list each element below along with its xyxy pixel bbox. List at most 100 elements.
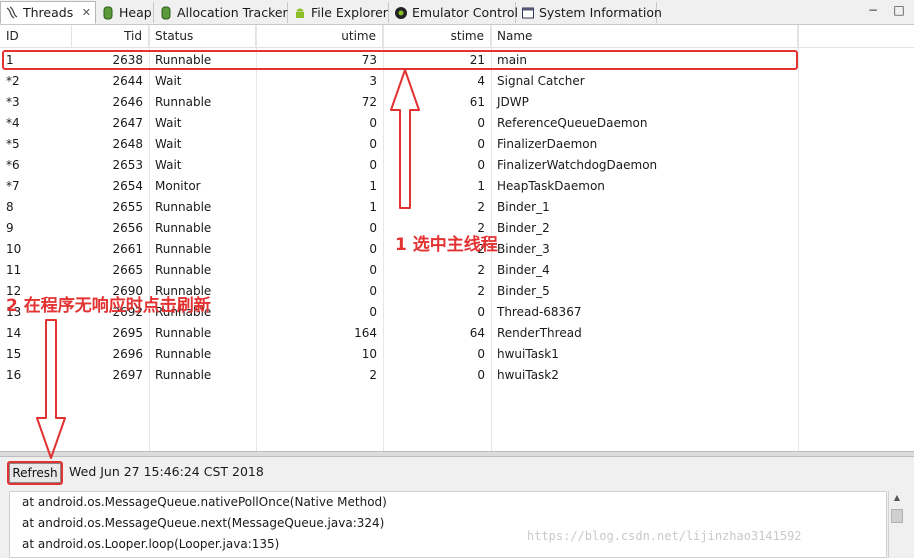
column-header-status[interactable]: Status: [149, 25, 256, 47]
tab-label: File Explorer: [311, 5, 388, 20]
cell-tid: 2661: [112, 242, 143, 256]
scrollbar-thumb[interactable]: [891, 509, 903, 523]
cell-utime: 0: [369, 263, 377, 277]
heap-icon: [103, 6, 113, 20]
stack-trace-list[interactable]: at android.os.MessageQueue.nativePollOnc…: [9, 491, 887, 558]
refresh-highlight-box: [7, 461, 63, 485]
tab-bar: Threads ✕ Heap Allocation Tracker File E…: [0, 0, 914, 25]
cell-id: *3: [6, 95, 20, 109]
cell-status: Wait: [155, 158, 182, 172]
cell-status: Runnable: [155, 263, 212, 277]
table-row[interactable]: 11 2665 Runnable 0 2 Binder_4: [0, 260, 800, 281]
main-thread-highlight-box: [2, 50, 798, 70]
cell-id: 10: [6, 242, 22, 256]
cell-tid: 2644: [112, 74, 143, 88]
column-header-name[interactable]: Name: [491, 25, 798, 47]
scroll-up-icon[interactable]: ▲: [891, 493, 903, 503]
cell-id: *5: [6, 137, 20, 151]
cell-utime: 0: [369, 116, 377, 130]
down-arrow-annotation: [36, 319, 66, 459]
close-icon[interactable]: ✕: [82, 2, 91, 23]
cell-utime: 0: [369, 221, 377, 235]
watermark: https://blog.csdn.net/lijinzhao3141592: [527, 529, 802, 543]
cell-name: Binder_4: [497, 263, 550, 277]
column-header-id[interactable]: ID: [0, 25, 72, 47]
vertical-scrollbar[interactable]: ▲: [888, 491, 905, 558]
tab-label: Emulator Control: [412, 5, 518, 20]
column-header-stime[interactable]: stime: [383, 25, 491, 47]
annotation-click-refresh: 2 在程序无响应时点击刷新: [6, 296, 211, 316]
threads-icon: [6, 6, 18, 19]
cell-stime: 0: [477, 305, 485, 319]
cell-tid: 2656: [112, 221, 143, 235]
cell-name: Binder_2: [497, 221, 550, 235]
cell-name: Binder_1: [497, 200, 550, 214]
tab-threads[interactable]: Threads ✕: [0, 1, 96, 24]
cell-status: Runnable: [155, 95, 212, 109]
minimize-icon[interactable]: −: [866, 3, 880, 17]
cell-status: Monitor: [155, 179, 201, 193]
emulator-icon: [395, 7, 407, 19]
tab-label: Heap: [119, 5, 152, 20]
cell-status: Wait: [155, 116, 182, 130]
cell-status: Wait: [155, 137, 182, 151]
cell-utime: 0: [369, 242, 377, 256]
cell-stime: 0: [477, 347, 485, 361]
maximize-icon[interactable]: □: [892, 3, 906, 17]
cell-tid: 2695: [112, 326, 143, 340]
cell-utime: 0: [369, 137, 377, 151]
cell-tid: 2696: [112, 347, 143, 361]
cell-name: Binder_5: [497, 284, 550, 298]
cell-utime: 0: [369, 158, 377, 172]
tab-label: Allocation Tracker: [177, 5, 288, 20]
column-header-tid[interactable]: Tid: [72, 25, 149, 47]
cell-tid: 2648: [112, 137, 143, 151]
cell-stime: 2: [477, 263, 485, 277]
cell-status: Runnable: [155, 242, 212, 256]
cell-status: Runnable: [155, 221, 212, 235]
cell-utime: 0: [369, 305, 377, 319]
cell-name: JDWP: [497, 95, 529, 109]
cell-stime: 64: [469, 326, 485, 340]
cell-utime: 1: [369, 200, 377, 214]
stack-trace-line: at android.os.Looper.loop(Looper.java:13…: [22, 537, 280, 551]
tab-file-explorer[interactable]: File Explorer: [289, 2, 389, 23]
cell-utime: 1: [369, 179, 377, 193]
stack-trace-line: at android.os.MessageQueue.next(MessageQ…: [22, 516, 385, 530]
cell-name: hwuiTask1: [497, 347, 559, 361]
cell-tid: 2655: [112, 200, 143, 214]
cell-utime: 10: [361, 347, 377, 361]
annotation-select-main-thread: 1 选中主线程: [395, 235, 498, 255]
cell-id: *6: [6, 158, 20, 172]
tab-emulator-control[interactable]: Emulator Control: [390, 2, 518, 23]
cell-name: Thread-68367: [497, 305, 582, 319]
cell-name: HeapTaskDaemon: [497, 179, 605, 193]
cell-status: Runnable: [155, 200, 212, 214]
cell-stime: 2: [477, 284, 485, 298]
tab-label: Threads: [23, 5, 74, 20]
cell-id: 8: [6, 200, 14, 214]
cell-tid: 2647: [112, 116, 143, 130]
tab-system-information[interactable]: System Information: [517, 2, 662, 23]
timestamp-label: Wed Jun 27 15:46:24 CST 2018: [69, 464, 264, 479]
cell-id: 11: [6, 263, 22, 277]
cell-name: FinalizerWatchdogDaemon: [497, 158, 658, 172]
cell-name: hwuiTask2: [497, 368, 559, 382]
cell-tid: 2654: [112, 179, 143, 193]
tab-allocation-tracker[interactable]: Allocation Tracker: [155, 2, 288, 23]
tab-heap[interactable]: Heap: [97, 2, 154, 23]
table-row[interactable]: 15 2696 Runnable 10 0 hwuiTask1: [0, 344, 800, 365]
table-row[interactable]: 16 2697 Runnable 2 0 hwuiTask2: [0, 365, 800, 386]
cell-stime: 0: [477, 368, 485, 382]
cell-name: ReferenceQueueDaemon: [497, 116, 648, 130]
cell-status: Runnable: [155, 368, 212, 382]
android-icon: [296, 8, 304, 18]
cell-id: *2: [6, 74, 20, 88]
column-header-utime[interactable]: utime: [256, 25, 383, 47]
up-arrow-annotation: [390, 69, 420, 209]
cell-status: Wait: [155, 74, 182, 88]
cell-utime: 0: [369, 284, 377, 298]
stack-trace-line: at android.os.MessageQueue.nativePollOnc…: [22, 495, 387, 509]
table-row[interactable]: 14 2695 Runnable 164 64 RenderThread: [0, 323, 800, 344]
cell-status: Runnable: [155, 326, 212, 340]
